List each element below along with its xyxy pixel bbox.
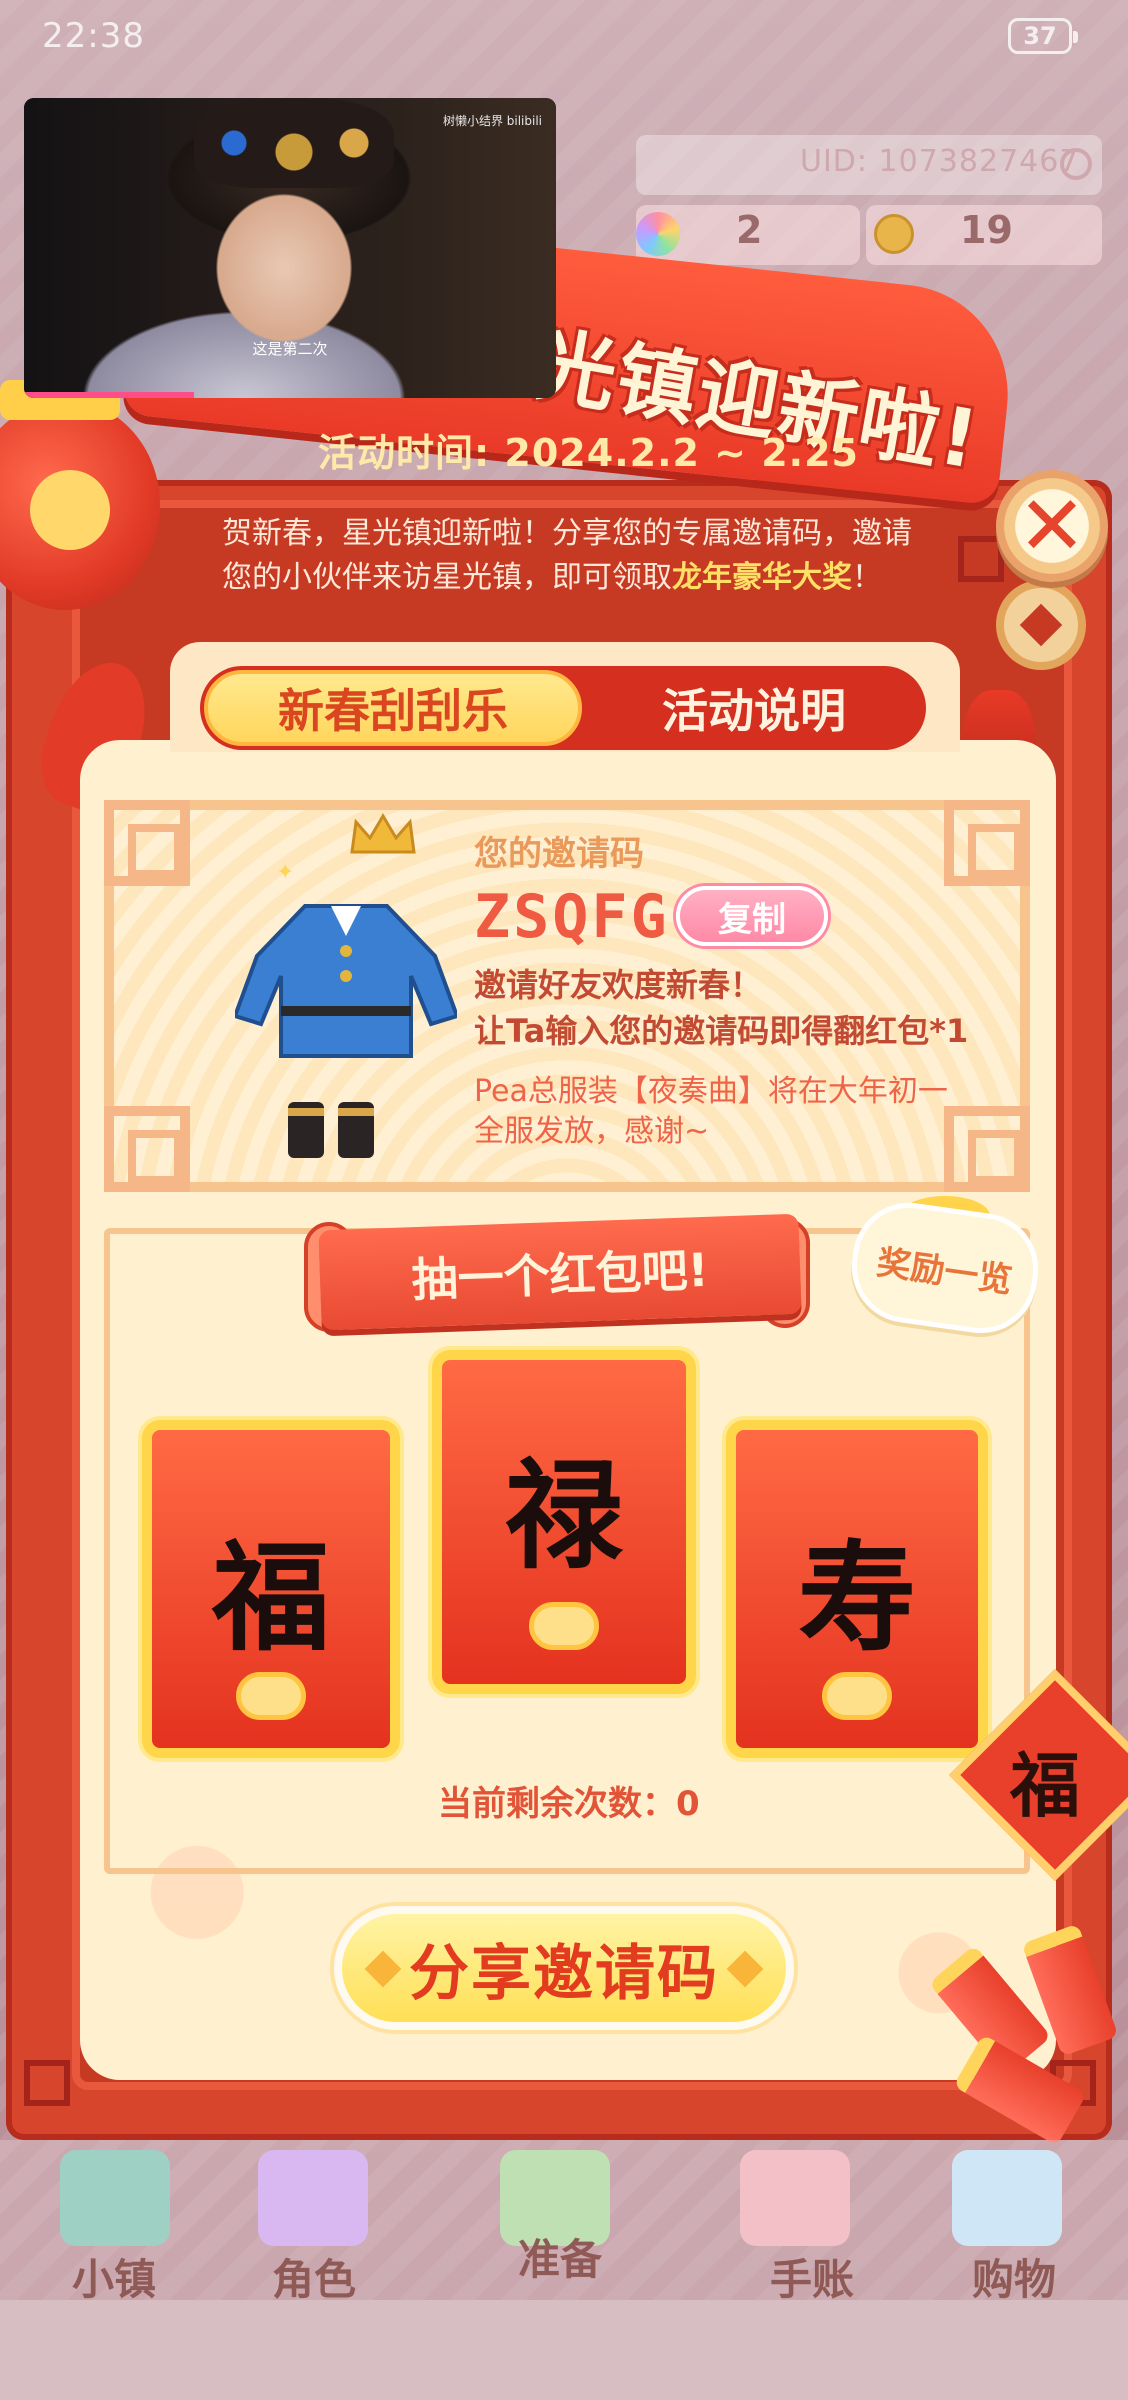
knot-corner-deco	[104, 800, 190, 886]
video-watermark: 树懒小结界 bilibili	[442, 114, 542, 128]
envelope-char: 福	[211, 1528, 330, 1667]
envelope-char: 禄	[504, 1446, 623, 1585]
invite-line-1: 邀请好友欢度新春！	[474, 966, 763, 1004]
battery-level: 37	[1023, 22, 1057, 50]
knot-corner-deco	[944, 800, 1030, 886]
intro-highlight: 龙年豪华大奖	[672, 560, 852, 595]
nav-character[interactable]: 角色	[244, 2246, 384, 2307]
diamond-icon	[364, 1950, 402, 1988]
crown-icon	[350, 813, 416, 854]
paw-icon	[30, 470, 110, 550]
close-icon: ✕	[1017, 478, 1087, 574]
sparkle-icon: ✦	[276, 860, 295, 885]
copper-coin-icon	[996, 580, 1086, 670]
draw-banner: 抽一个红包吧!	[318, 1213, 802, 1331]
frame-corner-deco	[24, 2060, 70, 2106]
intro-end: ！	[852, 560, 882, 595]
invite-code: ZSQFG	[474, 882, 670, 952]
journal-icon[interactable]	[740, 2150, 850, 2246]
coin-count: 19	[960, 208, 1013, 252]
status-time: 22:38	[42, 16, 145, 56]
outfit-boots-icon	[288, 1102, 374, 1158]
red-envelope-fu[interactable]: 福	[142, 1420, 400, 1758]
shopping-bag-icon[interactable]	[952, 2150, 1062, 2246]
video-subtitle: 这是第二次	[252, 340, 328, 358]
bow-icon	[822, 1672, 892, 1720]
video-progress-bar	[24, 392, 194, 398]
coin-icon	[874, 214, 914, 254]
gem-icon	[636, 212, 680, 256]
red-envelope-lu[interactable]: 禄	[432, 1350, 696, 1694]
system-nav-bar	[0, 2300, 1128, 2400]
copy-uid-icon[interactable]	[1060, 148, 1092, 180]
tab-rules[interactable]: 活动说明	[586, 670, 922, 746]
bow-icon	[529, 1602, 599, 1650]
nav-town[interactable]: 小镇	[44, 2246, 184, 2307]
close-button[interactable]: ✕	[996, 470, 1108, 582]
map-icon[interactable]	[60, 2150, 170, 2246]
nav-shop[interactable]: 购物	[944, 2246, 1084, 2307]
copy-button[interactable]: 复制	[676, 886, 828, 946]
frame-corner-deco	[958, 536, 1004, 582]
uid-text: UID: 1073827467	[800, 144, 1080, 179]
share-label: 分享邀请码	[409, 1938, 719, 2009]
invite-line-2: 让Ta输入您的邀请码即得翻红包*1	[474, 1012, 969, 1050]
diamond-icon	[726, 1950, 764, 1988]
nav-prepare[interactable]: 准备	[490, 2226, 630, 2287]
envelope-char: 寿	[797, 1528, 916, 1667]
floating-video-player[interactable]: 树懒小结界 bilibili 这是第二次	[24, 98, 556, 398]
video-subject	[194, 98, 394, 188]
battery-icon: 37	[1008, 18, 1078, 54]
invite-code-label: 您的邀请码	[474, 834, 644, 874]
share-invite-button[interactable]: 分享邀请码	[334, 1906, 794, 2030]
knot-corner-deco	[104, 1106, 190, 1192]
red-envelope-shou[interactable]: 寿	[726, 1420, 988, 1758]
bow-icon	[236, 1672, 306, 1720]
outfit-jacket-icon	[235, 904, 457, 1058]
fu-char: 福	[1010, 1744, 1080, 1827]
character-icon[interactable]	[258, 2150, 368, 2246]
event-intro: 贺新春，星光镇迎新啦！分享您的专属邀请码，邀请您的小伙伴来访星光镇，即可领取龙年…	[222, 512, 912, 600]
tab-scratch[interactable]: 新春刮刮乐	[204, 670, 582, 746]
nav-journal[interactable]: 手账	[742, 2246, 882, 2307]
remaining-count: 当前剩余次数：0	[438, 1784, 700, 1824]
outfit-notice: Pea总服装【夜奏曲】将在大年初一全服发放，感谢~	[474, 1074, 948, 1149]
gem-count: 2	[736, 208, 763, 252]
event-date: 活动时间: 2024.2.2 ~ 2.25	[318, 431, 859, 475]
